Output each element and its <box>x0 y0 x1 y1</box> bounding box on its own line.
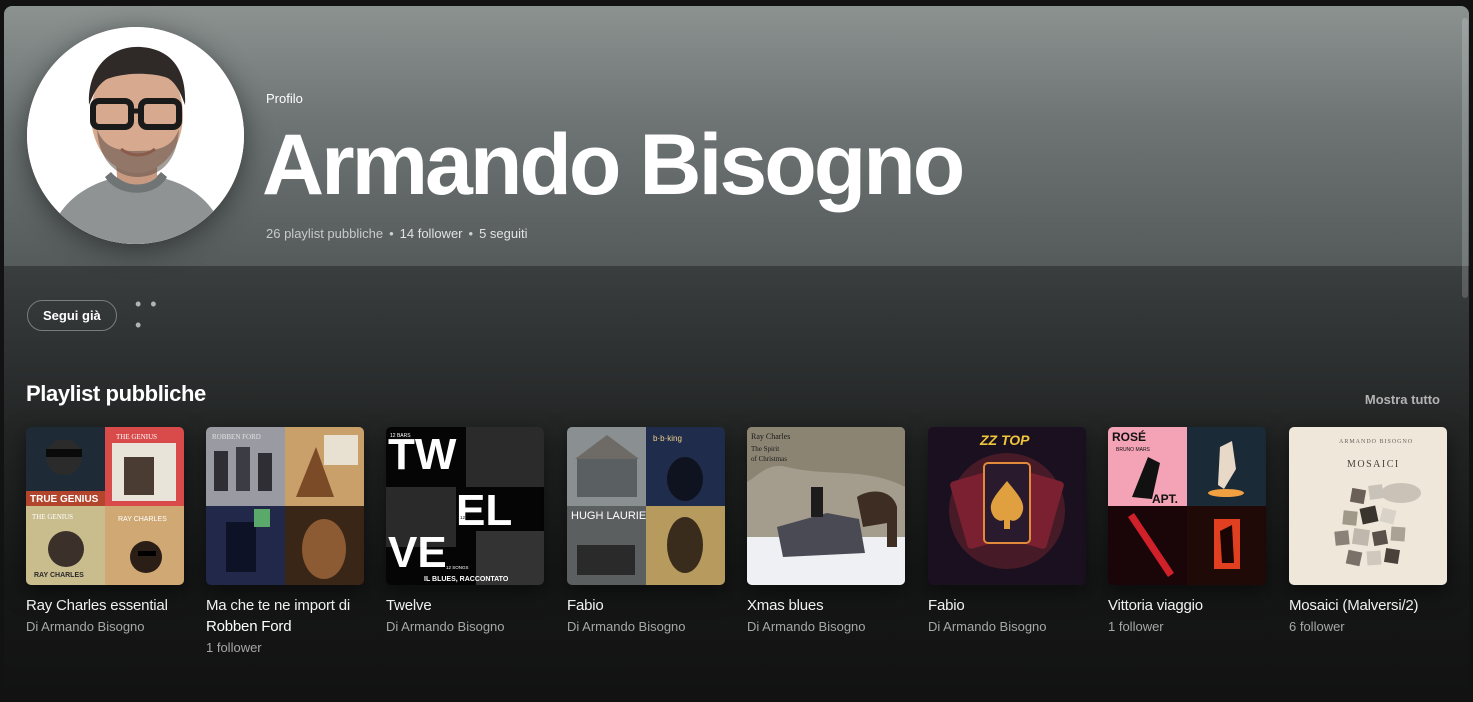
playlist-grid: TRUE GENIUS THE GENIUS THE GENIUS RAY CH… <box>26 427 1456 687</box>
playlist-card[interactable]: TRUE GENIUS THE GENIUS THE GENIUS RAY CH… <box>26 427 184 634</box>
profile-name: Armando Bisogno <box>262 117 965 213</box>
profile-kind-label: Profilo <box>266 91 303 106</box>
svg-text:ZZ TOP: ZZ TOP <box>979 432 1030 448</box>
scrollbar-thumb[interactable] <box>1462 18 1468 298</box>
playlist-subtitle: Di Armando Bisogno <box>747 619 866 634</box>
section-title[interactable]: Playlist pubbliche <box>26 381 206 407</box>
playlist-card[interactable]: 12 BARS TW EL VE 12 STORIES 12 SONGS IL … <box>386 427 544 634</box>
svg-text:TRUE GENIUS: TRUE GENIUS <box>30 494 99 505</box>
svg-text:12 STORIES: 12 STORIES <box>460 515 486 520</box>
playlist-cover: ZZ TOP <box>928 427 1086 585</box>
playlist-cover: ROBBEN FORD <box>206 427 364 585</box>
playlist-title[interactable]: Ray Charles essential <box>26 595 184 616</box>
playlist-subtitle: Di Armando Bisogno <box>26 619 145 634</box>
playlist-title[interactable]: Ma che te ne import di Robben Ford <box>206 595 364 637</box>
playlist-subtitle: 1 follower <box>1108 619 1164 634</box>
svg-text:b·b·king: b·b·king <box>653 434 682 443</box>
playlist-subtitle: Di Armando Bisogno <box>928 619 1047 634</box>
svg-text:RAY CHARLES: RAY CHARLES <box>34 572 84 579</box>
svg-text:RAY CHARLES: RAY CHARLES <box>118 516 167 523</box>
playlist-card[interactable]: ROBBEN FORD Ma che te ne import di Robbe… <box>206 427 364 655</box>
profile-photo <box>27 27 244 244</box>
playlist-subtitle: Di Armando Bisogno <box>567 619 686 634</box>
playlist-cover: ROSÉ BRUNO MARS APT. <box>1108 427 1266 585</box>
svg-text:BRUNO MARS: BRUNO MARS <box>1116 447 1151 453</box>
svg-text:TW: TW <box>388 430 457 479</box>
profile-page: Profilo Armando Bisogno 26 playlist pubb… <box>4 6 1469 702</box>
playlist-title[interactable]: Twelve <box>386 595 544 616</box>
playlist-cover: TRUE GENIUS THE GENIUS THE GENIUS RAY CH… <box>26 427 184 585</box>
following-count[interactable]: 5 seguiti <box>479 226 527 241</box>
svg-text:HUGH LAURIE: HUGH LAURIE <box>571 510 646 522</box>
svg-text:THE GENIUS: THE GENIUS <box>116 433 157 441</box>
svg-text:of Christmas: of Christmas <box>751 455 787 463</box>
svg-text:EL: EL <box>456 486 512 535</box>
svg-text:MOSAICI: MOSAICI <box>1347 459 1400 470</box>
show-all-link[interactable]: Mostra tutto <box>1365 392 1440 407</box>
svg-text:THE GENIUS: THE GENIUS <box>32 513 73 521</box>
svg-text:VE: VE <box>388 528 447 577</box>
playlist-title[interactable]: Fabio <box>928 595 1086 616</box>
svg-text:ROSÉ: ROSÉ <box>1112 429 1146 444</box>
svg-text:ARMANDO BISOGNO: ARMANDO BISOGNO <box>1339 439 1413 445</box>
svg-text:Ray Charles: Ray Charles <box>751 432 790 441</box>
svg-text:IL BLUES, RACCONTATO: IL BLUES, RACCONTATO <box>424 576 509 583</box>
playlist-cover: b·b·king HUGH LAURIE <box>567 427 725 585</box>
playlist-subtitle: 6 follower <box>1289 619 1345 634</box>
svg-text:APT.: APT. <box>1152 492 1178 506</box>
svg-text:12 SONGS: 12 SONGS <box>446 565 469 570</box>
playlist-title[interactable]: Fabio <box>567 595 725 616</box>
playlist-card[interactable]: b·b·king HUGH LAURIE Fabio Di Armando Bi… <box>567 427 725 634</box>
more-options-icon[interactable]: • • • <box>135 294 167 335</box>
svg-text:ROBBEN FORD: ROBBEN FORD <box>212 433 261 441</box>
playlist-title[interactable]: Vittoria viaggio <box>1108 595 1266 616</box>
public-playlists-count[interactable]: 26 playlist pubbliche <box>266 226 383 241</box>
playlist-title[interactable]: Xmas blues <box>747 595 905 616</box>
followers-count[interactable]: 14 follower <box>400 226 463 241</box>
playlist-cover: Ray Charles The Spirit of Christmas <box>747 427 905 585</box>
profile-stats: 26 playlist pubbliche • 14 follower • 5 … <box>266 226 528 241</box>
playlist-subtitle: Di Armando Bisogno <box>386 619 505 634</box>
playlist-subtitle: 1 follower <box>206 640 262 655</box>
svg-text:The Spirit: The Spirit <box>751 445 779 453</box>
stats-separator: • <box>468 226 474 241</box>
stats-separator: • <box>389 226 394 241</box>
playlist-card[interactable]: ARMANDO BISOGNO MOSAICI Mosaici (Malvers… <box>1289 427 1447 634</box>
playlist-cover: 12 BARS TW EL VE 12 STORIES 12 SONGS IL … <box>386 427 544 585</box>
following-button[interactable]: Segui già <box>27 300 117 331</box>
avatar[interactable] <box>27 27 244 244</box>
scrollbar[interactable] <box>1461 6 1469 702</box>
playlist-card[interactable]: ROSÉ BRUNO MARS APT. Vittoria viaggio 1 … <box>1108 427 1266 634</box>
playlist-cover: ARMANDO BISOGNO MOSAICI <box>1289 427 1447 585</box>
playlist-card[interactable]: Ray Charles The Spirit of Christmas Xmas… <box>747 427 905 634</box>
playlist-title[interactable]: Mosaici (Malversi/2) <box>1289 595 1447 616</box>
playlist-card[interactable]: ZZ TOP Fabio Di Armando Bisogno <box>928 427 1086 634</box>
